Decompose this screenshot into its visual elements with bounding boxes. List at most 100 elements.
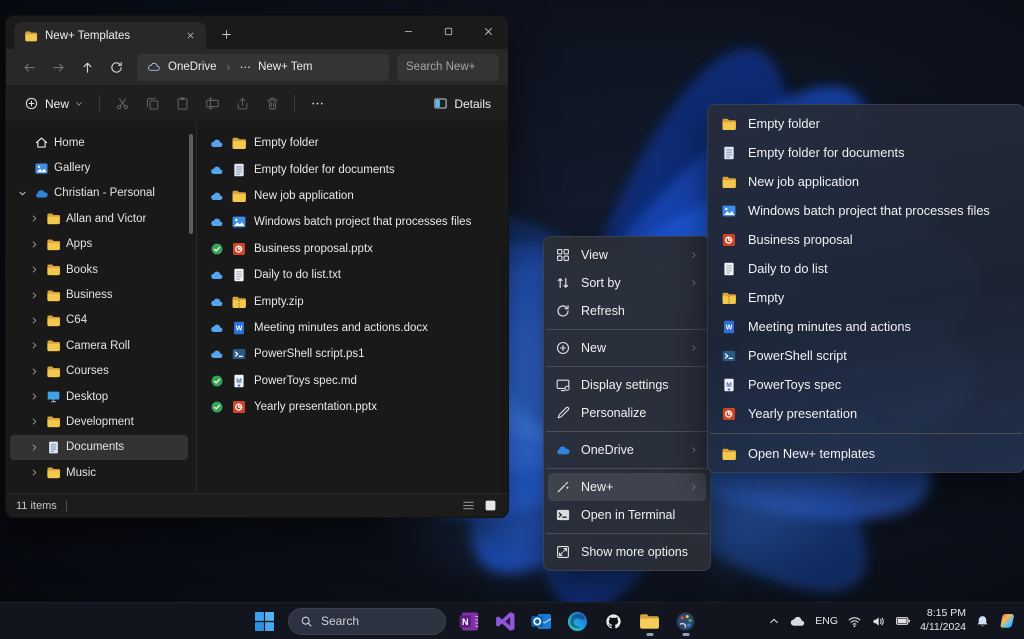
onedrive-breadcrumb-icon — [147, 60, 161, 74]
taskbar-app-onenote[interactable]: N — [455, 605, 484, 637]
sidebar-item-home[interactable]: Home — [10, 130, 188, 155]
minimize-button[interactable] — [388, 16, 428, 46]
share-button[interactable] — [227, 90, 257, 118]
close-button[interactable] — [468, 16, 508, 46]
file-row-empty-folder-for-documents[interactable]: Empty folder for documents — [210, 156, 508, 182]
sidebar-item-development[interactable]: Development — [10, 409, 188, 434]
notifications-bell-icon[interactable] — [975, 614, 990, 629]
context-menu-item-onedrive[interactable]: OneDrive — [548, 436, 706, 464]
context-menu-item-view[interactable]: View — [548, 241, 706, 269]
flyout-item-yearly-presentation[interactable]: Yearly presentation — [712, 399, 1020, 428]
edge-icon — [566, 610, 589, 633]
context-menu-item-personalize[interactable]: Personalize — [548, 399, 706, 427]
taskbar-app-edge[interactable] — [563, 605, 592, 637]
sidebar-item-music[interactable]: Music — [10, 460, 188, 485]
file-row-yearly-presentation-pptx[interactable]: Yearly presentation.pptx — [210, 394, 508, 420]
sidebar-item-documents[interactable]: Documents — [10, 435, 188, 460]
chevron-right-icon — [28, 238, 41, 251]
copy-button[interactable] — [137, 90, 167, 118]
context-menu-item-sort-by[interactable]: Sort by — [548, 269, 706, 297]
flyout-item-open-new-templates[interactable]: Open New+ templates — [712, 439, 1020, 468]
search-input[interactable]: Search New+ — [397, 54, 499, 81]
taskbar-app-paint[interactable] — [671, 605, 700, 637]
sidebar-item-courses[interactable]: Courses — [10, 359, 188, 384]
copilot-icon[interactable] — [999, 612, 1017, 630]
sidebar-item-camera-roll[interactable]: Camera Roll — [10, 333, 188, 358]
details-view-icon[interactable] — [461, 498, 476, 513]
sidebar-item-business[interactable]: Business — [10, 282, 188, 307]
documents-icon — [46, 440, 61, 455]
tab-close-icon[interactable] — [181, 27, 199, 45]
flyout-item-daily-to-do-list[interactable]: Daily to do list — [712, 254, 1020, 283]
file-row-powertoys-spec-md[interactable]: M PowerToys spec.md — [210, 368, 508, 394]
tab-strip: New+ Templates — [6, 16, 508, 49]
file-row-powershell-script-ps1[interactable]: PowerShell script.ps1 — [210, 341, 508, 367]
file-row-new-job-application[interactable]: New job application — [210, 183, 508, 209]
sidebar-item-books[interactable]: Books — [10, 257, 188, 282]
file-row-windows-batch-project-that-processes-files[interactable]: Windows batch project that processes fil… — [210, 209, 508, 235]
taskbar-app-visual-studio[interactable] — [491, 605, 520, 637]
file-row-meeting-minutes-and-actions-docx[interactable]: W Meeting minutes and actions.docx — [210, 315, 508, 341]
sidebar-item-c64[interactable]: C64 — [10, 308, 188, 333]
sidebar-scrollbar[interactable] — [189, 134, 193, 234]
sidebar-item-desktop[interactable]: Desktop — [10, 384, 188, 409]
language-indicator[interactable]: ENG — [815, 615, 838, 627]
folder-icon — [46, 313, 61, 328]
flyout-item-powershell-script[interactable]: PowerShell script — [712, 341, 1020, 370]
flyout-item-windows-batch-project-that-processes-files[interactable]: Windows batch project that processes fil… — [712, 196, 1020, 225]
taskbar-app-file-explorer[interactable] — [635, 605, 664, 637]
flyout-item-empty[interactable]: Empty — [712, 283, 1020, 312]
back-button[interactable] — [15, 53, 44, 81]
file-name: PowerShell script.ps1 — [254, 348, 365, 360]
sidebar-item-christian-personal[interactable]: Christian - Personal — [10, 181, 188, 206]
file-row-empty-zip[interactable]: Empty.zip — [210, 288, 508, 314]
volume-icon[interactable] — [871, 614, 886, 629]
context-menu-item-refresh[interactable]: Refresh — [548, 297, 706, 325]
new-tab-button[interactable] — [214, 22, 238, 46]
taskbar-app-outlook[interactable] — [527, 605, 556, 637]
dots-button[interactable] — [302, 90, 332, 118]
large-icons-view-icon[interactable] — [483, 498, 498, 513]
up-button[interactable] — [73, 53, 102, 81]
context-menu-item-display-settings[interactable]: Display settings — [548, 371, 706, 399]
battery-icon[interactable] — [895, 613, 911, 629]
breadcrumb-segment-new-tem[interactable]: New+ Tem — [258, 61, 312, 73]
sidebar-item-allan-and-victor[interactable]: Allan and Victor — [10, 206, 188, 231]
flyout-item-new-job-application[interactable]: New job application — [712, 167, 1020, 196]
trash-button[interactable] — [257, 90, 287, 118]
wifi-icon[interactable] — [847, 614, 862, 629]
context-menu-item-new[interactable]: New — [548, 334, 706, 362]
tray-overflow-icon[interactable] — [768, 615, 780, 627]
taskbar-search[interactable]: Search — [288, 608, 446, 635]
refresh-button[interactable] — [102, 53, 131, 81]
file-row-empty-folder[interactable]: Empty folder — [210, 130, 508, 156]
taskbar-app-github[interactable] — [599, 605, 628, 637]
flyout-item-empty-folder-for-documents[interactable]: Empty folder for documents — [712, 138, 1020, 167]
flyout-item-meeting-minutes-and-actions[interactable]: W Meeting minutes and actions — [712, 312, 1020, 341]
clock[interactable]: 8:15 PM 4/11/2024 — [920, 607, 966, 634]
flyout-item-empty-folder[interactable]: Empty folder — [712, 109, 1020, 138]
rename-button[interactable] — [197, 90, 227, 118]
sidebar-item-apps[interactable]: Apps — [10, 232, 188, 257]
onedrive-tray-icon[interactable] — [789, 613, 806, 630]
paste-button[interactable] — [167, 90, 197, 118]
flyout-item-powertoys-spec[interactable]: M PowerToys spec — [712, 370, 1020, 399]
synced-status-icon — [210, 242, 224, 256]
breadcrumb-segment-ellipsis[interactable]: ⋯ — [240, 60, 252, 74]
tab-new-templates[interactable]: New+ Templates — [14, 22, 206, 49]
file-row-daily-to-do-list-txt[interactable]: Daily to do list.txt — [210, 262, 508, 288]
context-menu-item-open-in-terminal[interactable]: Open in Terminal — [548, 501, 706, 529]
details-button[interactable]: Details — [425, 90, 499, 118]
maximize-button[interactable] — [428, 16, 468, 46]
new-button[interactable]: New — [15, 90, 92, 118]
cut-button[interactable] — [107, 90, 137, 118]
file-row-business-proposal-pptx[interactable]: Business proposal.pptx — [210, 236, 508, 262]
sidebar-item-gallery[interactable]: Gallery — [10, 155, 188, 180]
flyout-item-business-proposal[interactable]: Business proposal — [712, 225, 1020, 254]
breadcrumb-segment-onedrive[interactable]: OneDrive — [168, 61, 217, 73]
context-menu-item-show-more-options[interactable]: Show more options — [548, 538, 706, 566]
context-menu-item-new[interactable]: New+ — [548, 473, 706, 501]
start-button[interactable] — [249, 606, 279, 636]
search-placeholder: Search New+ — [406, 61, 475, 73]
forward-button[interactable] — [44, 53, 73, 81]
